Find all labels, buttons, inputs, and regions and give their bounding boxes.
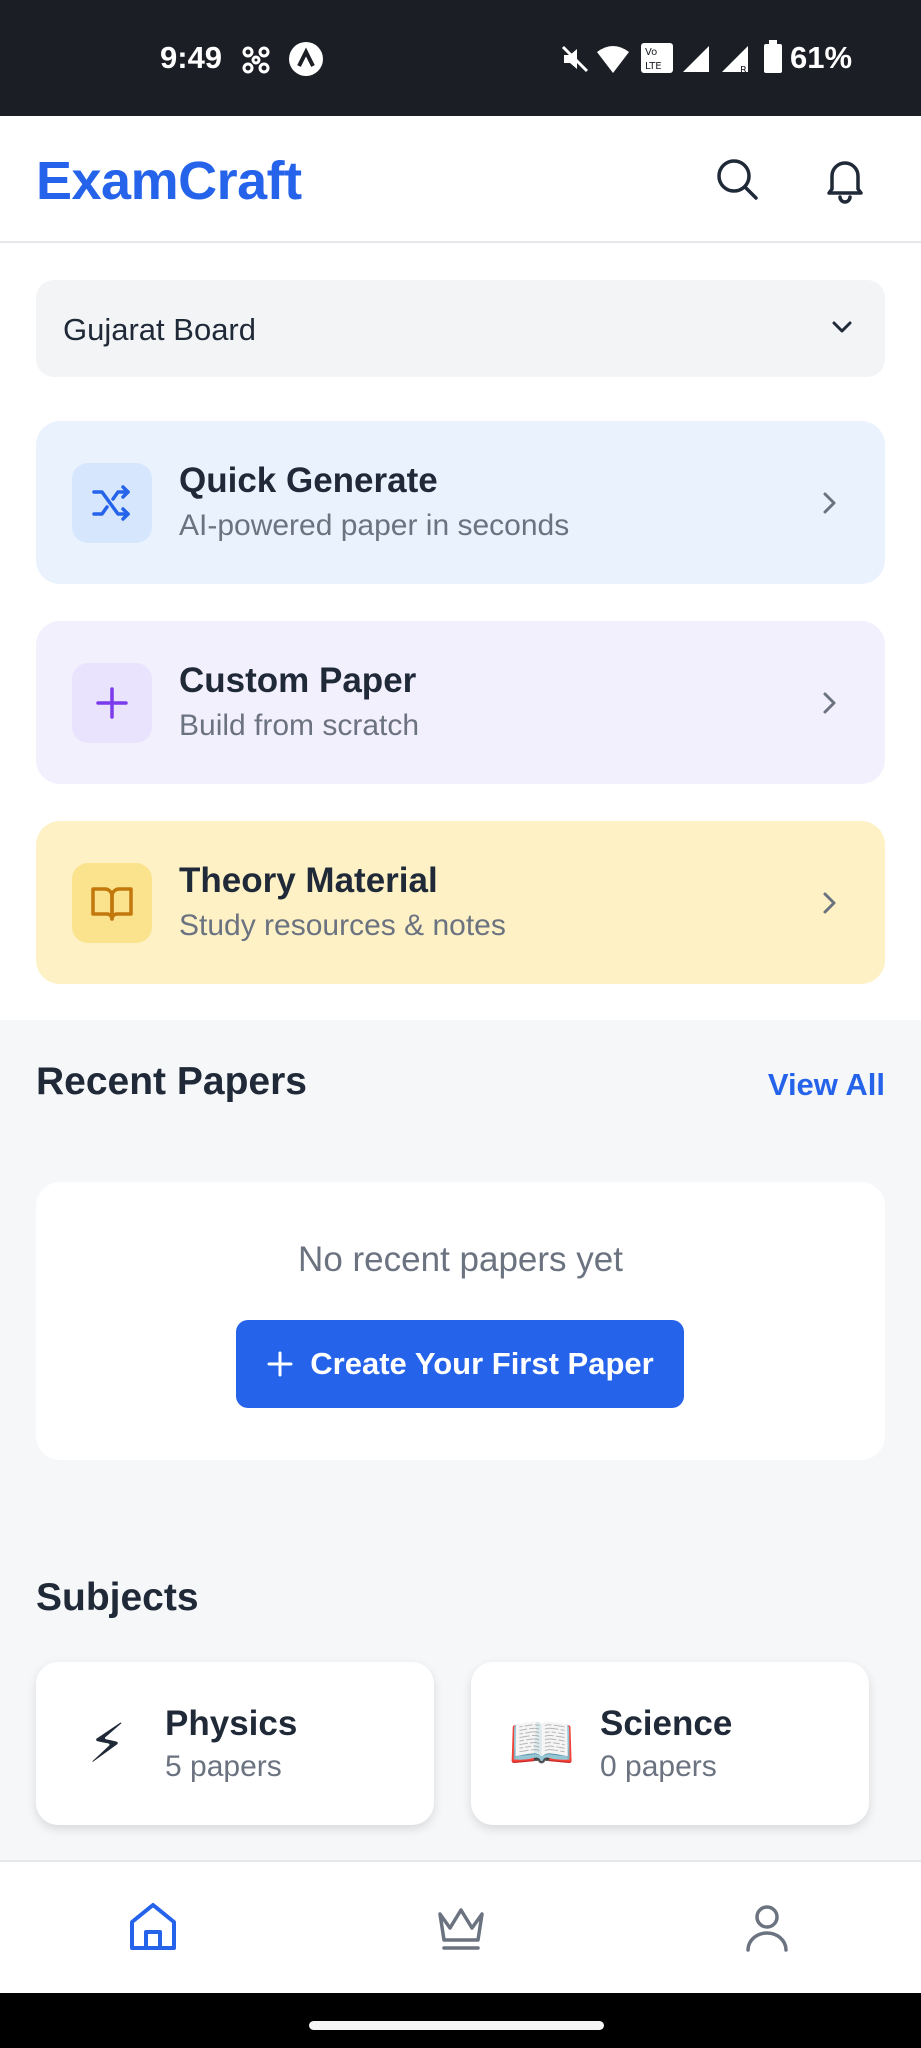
chevron-right-icon (813, 487, 845, 524)
app-header: ExamCraft (0, 116, 921, 243)
plus-icon (72, 663, 152, 743)
app-logo: ExamCraft (36, 151, 302, 211)
bell-icon[interactable] (820, 154, 870, 204)
bottom-nav (0, 1860, 921, 1993)
card-title: Custom Paper (179, 661, 417, 700)
lightning-icon: ⚡ (88, 1713, 126, 1774)
search-icon[interactable] (712, 154, 762, 204)
battery-icon (763, 40, 783, 79)
app-a-icon (288, 41, 324, 82)
mute-icon (560, 44, 590, 79)
home-icon[interactable] (124, 1898, 182, 1956)
quick-generate-card[interactable]: Quick Generate AI-powered paper in secon… (36, 421, 885, 584)
board-dropdown[interactable]: Gujarat Board (36, 280, 885, 377)
signal-icon (681, 44, 711, 79)
status-time: 9:49 (160, 40, 223, 75)
home-gesture-pill[interactable] (309, 2021, 604, 2030)
subject-card-physics[interactable]: ⚡ Physics 5 papers (36, 1662, 434, 1825)
subject-paper-count: 5 papers (165, 1750, 282, 1783)
plus-icon (267, 1351, 293, 1377)
card-subtitle: AI-powered paper in seconds (179, 509, 570, 542)
chevron-down-icon (827, 312, 857, 347)
svg-text:LTE: LTE (645, 61, 662, 72)
empty-state-text: No recent papers yet (298, 1240, 623, 1279)
subject-name: Science (600, 1704, 733, 1743)
view-all-link[interactable]: View All (768, 1067, 885, 1103)
create-first-paper-button[interactable]: Create Your First Paper (236, 1320, 684, 1408)
subjects-title: Subjects (36, 1576, 199, 1619)
create-button-label: Create Your First Paper (310, 1346, 654, 1381)
wifi-icon (596, 44, 630, 79)
book-icon: 📖 (508, 1712, 576, 1773)
svg-text:R: R (740, 65, 747, 74)
crown-icon[interactable] (432, 1898, 490, 1956)
shuffle-icon (72, 463, 152, 543)
card-title: Quick Generate (179, 461, 438, 500)
recent-papers-title: Recent Papers (36, 1060, 307, 1103)
board-selected-value: Gujarat Board (63, 312, 256, 347)
signal-roaming-icon: R (720, 44, 752, 79)
volte-icon: Vo LTE (640, 42, 674, 79)
card-subtitle: Build from scratch (179, 709, 420, 742)
subject-card-science[interactable]: 📖 Science 0 papers (471, 1662, 869, 1825)
gesture-bar (0, 1993, 921, 2048)
custom-paper-card[interactable]: Custom Paper Build from scratch (36, 621, 885, 784)
subject-paper-count: 0 papers (600, 1750, 717, 1783)
profile-icon[interactable] (738, 1898, 796, 1956)
svg-text:Vo: Vo (645, 47, 657, 58)
recent-papers-empty-card: No recent papers yet Create Your First P… (36, 1182, 885, 1460)
subject-name: Physics (165, 1704, 298, 1743)
battery-percent: 61% (790, 40, 853, 75)
card-subtitle: Study resources & notes (179, 909, 506, 942)
status-bar: 9:49 Vo LTE R 61% (0, 0, 921, 116)
chevron-right-icon (813, 687, 845, 724)
theory-material-card[interactable]: Theory Material Study resources & notes (36, 821, 885, 984)
pinwheel-icon (240, 44, 272, 81)
card-title: Theory Material (179, 861, 438, 900)
chevron-right-icon (813, 887, 845, 924)
book-open-icon (72, 863, 152, 943)
